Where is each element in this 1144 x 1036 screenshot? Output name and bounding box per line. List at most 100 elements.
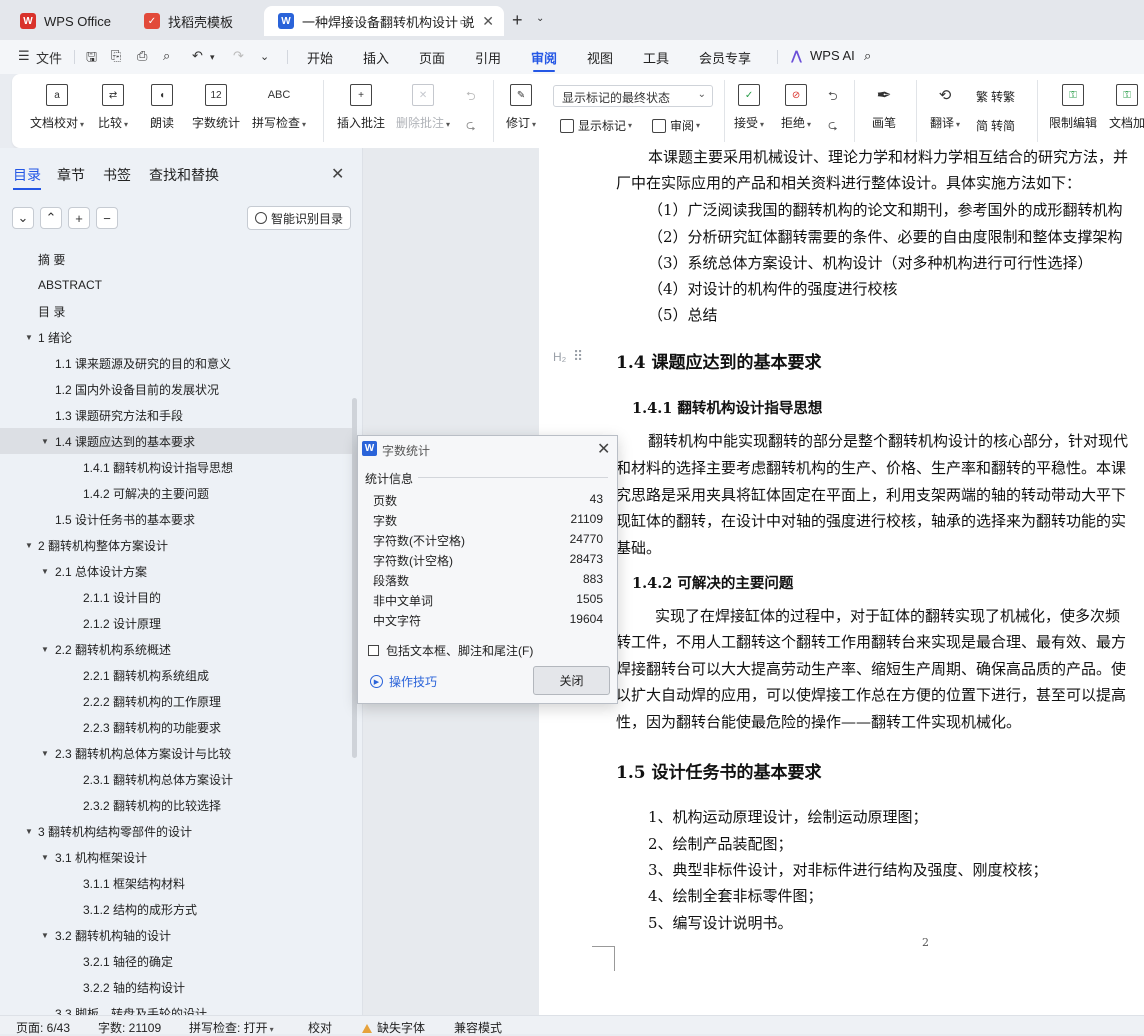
save-icon[interactable]: 🖫 xyxy=(86,48,97,70)
toc-item[interactable]: 2.2.1 翻转机构系统组成 xyxy=(0,662,352,688)
review-pane-button[interactable]: 审阅 ▾ xyxy=(652,117,700,134)
tab-wps-office[interactable]: W WPS Office xyxy=(6,6,124,36)
toc-item[interactable]: ABSTRACT xyxy=(0,272,352,298)
document-protect-button[interactable]: ⚿ 文档加 xyxy=(1109,84,1144,131)
spell-check-button[interactable]: ABC 拼写检查 ▾ xyxy=(252,84,306,131)
close-button[interactable]: 关闭 xyxy=(533,666,610,695)
panel-tab-toc[interactable]: 目录 xyxy=(13,165,41,190)
menu-insert[interactable]: 插入 xyxy=(363,48,389,67)
chevron-down-icon[interactable]: ⌄ xyxy=(536,13,544,24)
delete-comment-button[interactable]: ✕ 删除批注 ▾ xyxy=(396,84,450,131)
expand-arrow-icon[interactable]: ▼ xyxy=(25,827,33,836)
chevron-up-icon[interactable]: ⌃ xyxy=(40,207,62,229)
print-icon[interactable]: ⎙ xyxy=(137,48,147,64)
toc-item[interactable]: 2.2.2 翻转机构的工作原理 xyxy=(0,688,352,714)
restrict-edit-button[interactable]: ⚿ 限制编辑 xyxy=(1049,84,1097,131)
toc-item[interactable]: ▼ 2 翻转机构整体方案设计 xyxy=(0,532,352,558)
toc-item[interactable]: 2.1.1 设计目的 xyxy=(0,584,352,610)
remove-icon[interactable]: − xyxy=(96,207,118,229)
proofread-button[interactable]: a 文档校对 ▾ xyxy=(30,84,84,131)
accept-button[interactable]: ✓ 接受 ▾ xyxy=(734,84,764,131)
toc-item[interactable]: ▼ 2.3 翻转机构总体方案设计与比较 xyxy=(0,740,352,766)
toc-item[interactable]: 2.2.3 翻转机构的功能要求 xyxy=(0,714,352,740)
next-comment-icon[interactable]: ⮎ xyxy=(466,116,476,137)
toc-item[interactable]: 2.3.2 翻转机构的比较选择 xyxy=(0,792,352,818)
redo-icon[interactable]: ↷ xyxy=(233,48,244,64)
proofread-status[interactable]: 校对 xyxy=(308,1019,332,1036)
expand-arrow-icon[interactable]: ▼ xyxy=(41,853,49,862)
close-icon[interactable]: ✕ xyxy=(331,164,344,184)
revise-button[interactable]: ✎ 修订 ▾ xyxy=(506,84,536,131)
page-indicator[interactable]: 页面: 6/43 xyxy=(16,1019,70,1036)
expand-arrow-icon[interactable]: ▼ xyxy=(41,931,49,940)
drag-handle-icon[interactable]: ⠿ xyxy=(573,348,583,365)
expand-arrow-icon[interactable]: ▼ xyxy=(41,437,49,446)
word-count-button[interactable]: 12 字数统计 xyxy=(192,84,240,131)
toc-item[interactable]: ▼ 3.1 机构框架设计 xyxy=(0,844,352,870)
reject-button[interactable]: ⊘ 拒绝 ▾ xyxy=(781,84,811,131)
compare-button[interactable]: ⇄ 比较 ▾ xyxy=(98,84,128,131)
close-tab-icon[interactable]: ✕ xyxy=(482,13,494,30)
show-markup-button[interactable]: 显示标记 ▾ xyxy=(560,117,632,134)
menu-review[interactable]: 审阅 xyxy=(531,48,557,72)
menu-layout[interactable]: 页面 xyxy=(419,48,445,67)
wps-ai-icon[interactable]: ⋀ xyxy=(791,48,802,64)
menu-view[interactable]: 视图 xyxy=(587,48,613,67)
markup-mode-select[interactable]: 显示标记的最终状态 ⌄ xyxy=(553,85,713,107)
toc-item[interactable]: 摘 要 xyxy=(0,246,352,272)
spell-check-status[interactable]: 拼写检查: 打开 ▾ xyxy=(189,1019,274,1036)
previous-revision-icon[interactable]: ⮌ xyxy=(828,87,838,108)
menu-file[interactable]: 文件 xyxy=(36,48,62,67)
panel-tab-find-replace[interactable]: 查找和替换 xyxy=(149,165,219,185)
document-page[interactable]: 本课题主要采用机械设计、理论力学和材料力学相互结合的研究方法，并 厂中在实际应用… xyxy=(539,148,1144,1015)
toc-item[interactable]: ▼ 2.2 翻转机构系统概述 xyxy=(0,636,352,662)
smart-toc-button[interactable]: 智能识别目录 xyxy=(247,206,351,230)
to-simplified-button[interactable]: 简 转简 xyxy=(976,117,1015,134)
toc-item[interactable]: 1.2 国内外设备目前的发展状况 xyxy=(0,376,352,402)
menu-references[interactable]: 引用 xyxy=(475,48,501,67)
toc-item[interactable]: 目 录 xyxy=(0,298,352,324)
toc-item[interactable]: 1.4.1 翻转机构设计指导思想 xyxy=(0,454,352,480)
toc-item[interactable]: ▼ 3 翻转机构结构零部件的设计 xyxy=(0,818,352,844)
pen-button[interactable]: ✒ 画笔 xyxy=(872,84,896,131)
to-traditional-button[interactable]: 繁 转繁 xyxy=(976,88,1015,105)
missing-font-status[interactable]: 缺失字体 xyxy=(362,1019,425,1036)
new-tab-icon[interactable]: + xyxy=(512,10,523,31)
add-icon[interactable]: + xyxy=(68,207,90,229)
menu-home[interactable]: 开始 xyxy=(307,48,333,67)
expand-arrow-icon[interactable]: ▼ xyxy=(41,749,49,758)
menu-membership[interactable]: 会员专享 xyxy=(699,48,751,67)
translate-button[interactable]: ⟲ 翻译 ▾ xyxy=(930,84,960,131)
menu-wps-ai[interactable]: WPS AI xyxy=(810,48,855,63)
toc-item[interactable]: 1.1 课来题源及研究的目的和意义 xyxy=(0,350,352,376)
undo-dropdown-icon[interactable]: ▾ xyxy=(210,52,215,63)
hamburger-icon[interactable]: ☰ xyxy=(18,48,30,64)
toc-item[interactable]: ▼ 1.4 课题应达到的基本要求 xyxy=(0,428,352,454)
toc-item[interactable]: 1.3 课题研究方法和手段 xyxy=(0,402,352,428)
tab-current-document[interactable]: W 一种焊接设备翻转机构设计 说 ▭ ✕ xyxy=(264,6,504,36)
toc-item[interactable]: 1.4.2 可解决的主要问题 xyxy=(0,480,352,506)
tips-link[interactable]: ▶ 操作技巧 xyxy=(370,673,437,690)
previous-comment-icon[interactable]: ⮌ xyxy=(466,87,476,108)
toc-item[interactable]: 3.1.2 结构的成形方式 xyxy=(0,896,352,922)
panel-tab-bookmarks[interactable]: 书签 xyxy=(103,165,131,185)
expand-arrow-icon[interactable]: ▼ xyxy=(25,541,33,550)
expand-arrow-icon[interactable]: ▼ xyxy=(25,333,33,342)
word-count-indicator[interactable]: 字数: 21109 xyxy=(98,1019,161,1036)
toc-item[interactable]: 2.3.1 翻转机构总体方案设计 xyxy=(0,766,352,792)
toc-item[interactable]: 3.1.1 框架结构材料 xyxy=(0,870,352,896)
more-icon[interactable]: ⌄ xyxy=(260,50,269,63)
menu-tools[interactable]: 工具 xyxy=(643,48,669,67)
close-icon[interactable]: ✕ xyxy=(597,439,610,459)
panel-tab-chapters[interactable]: 章节 xyxy=(57,165,85,185)
monitor-icon[interactable]: ▭ xyxy=(460,15,470,28)
insert-comment-button[interactable]: + 插入批注 xyxy=(337,84,385,131)
tab-docer[interactable]: ✓ 找稻壳模板 xyxy=(130,6,258,36)
read-aloud-button[interactable]: ◖ 朗读 xyxy=(150,84,174,131)
include-textbox-checkbox[interactable]: 包括文本框、脚注和尾注(F) xyxy=(368,642,533,659)
export-icon[interactable]: ⎘ xyxy=(111,48,121,64)
toc-item[interactable]: 2.1.2 设计原理 xyxy=(0,610,352,636)
search-icon[interactable]: ⌕ xyxy=(864,48,871,64)
next-revision-icon[interactable]: ⮎ xyxy=(828,116,838,137)
toc-item[interactable]: 3.2.1 轴径的确定 xyxy=(0,948,352,974)
